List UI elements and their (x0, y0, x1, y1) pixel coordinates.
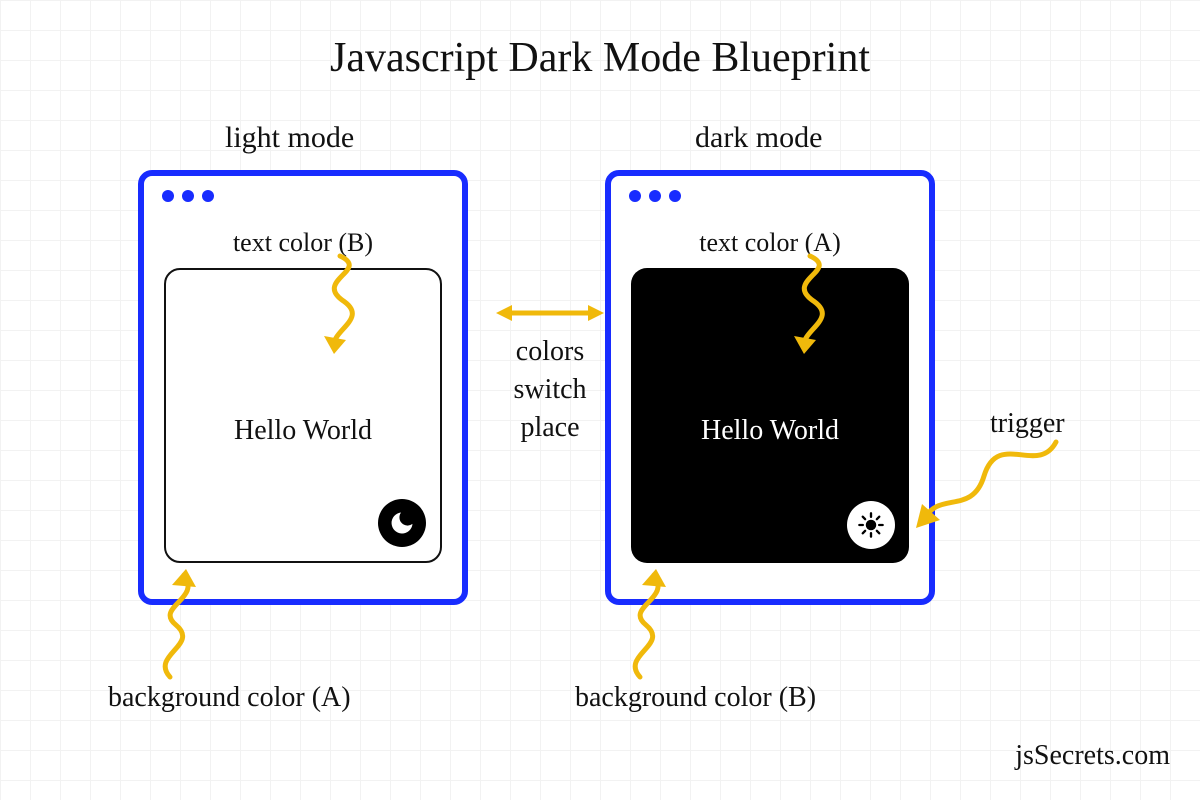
window-dots-icon (162, 190, 214, 202)
window-dots-icon (629, 190, 681, 202)
dark-hello-text: Hello World (701, 415, 839, 447)
light-mode-label: light mode (225, 121, 354, 155)
light-window: text color (B) Hello World (138, 170, 468, 605)
dark-mode-label: dark mode (695, 121, 822, 155)
light-hello-text: Hello World (234, 415, 372, 447)
light-bg-color-label: background color (A) (108, 682, 351, 714)
dark-text-color-label: text color (A) (611, 228, 929, 258)
colors-switch-label: colorsswitchplace (500, 333, 600, 446)
moon-icon (388, 509, 416, 537)
dark-bg-color-label: background color (B) (575, 682, 816, 714)
double-arrow-icon (490, 295, 610, 335)
sun-icon (857, 511, 885, 539)
light-text-color-label: text color (B) (144, 228, 462, 258)
diagram-title: Javascript Dark Mode Blueprint (0, 34, 1200, 82)
dark-content-pane: Hello World (631, 268, 909, 563)
light-content-pane: Hello World (164, 268, 442, 563)
light-mode-toggle-button[interactable] (847, 501, 895, 549)
credit-label: jsSecrets.com (1015, 740, 1170, 772)
dark-mode-toggle-button[interactable] (378, 499, 426, 547)
trigger-label: trigger (990, 408, 1065, 440)
dark-window: text color (A) Hello World (605, 170, 935, 605)
